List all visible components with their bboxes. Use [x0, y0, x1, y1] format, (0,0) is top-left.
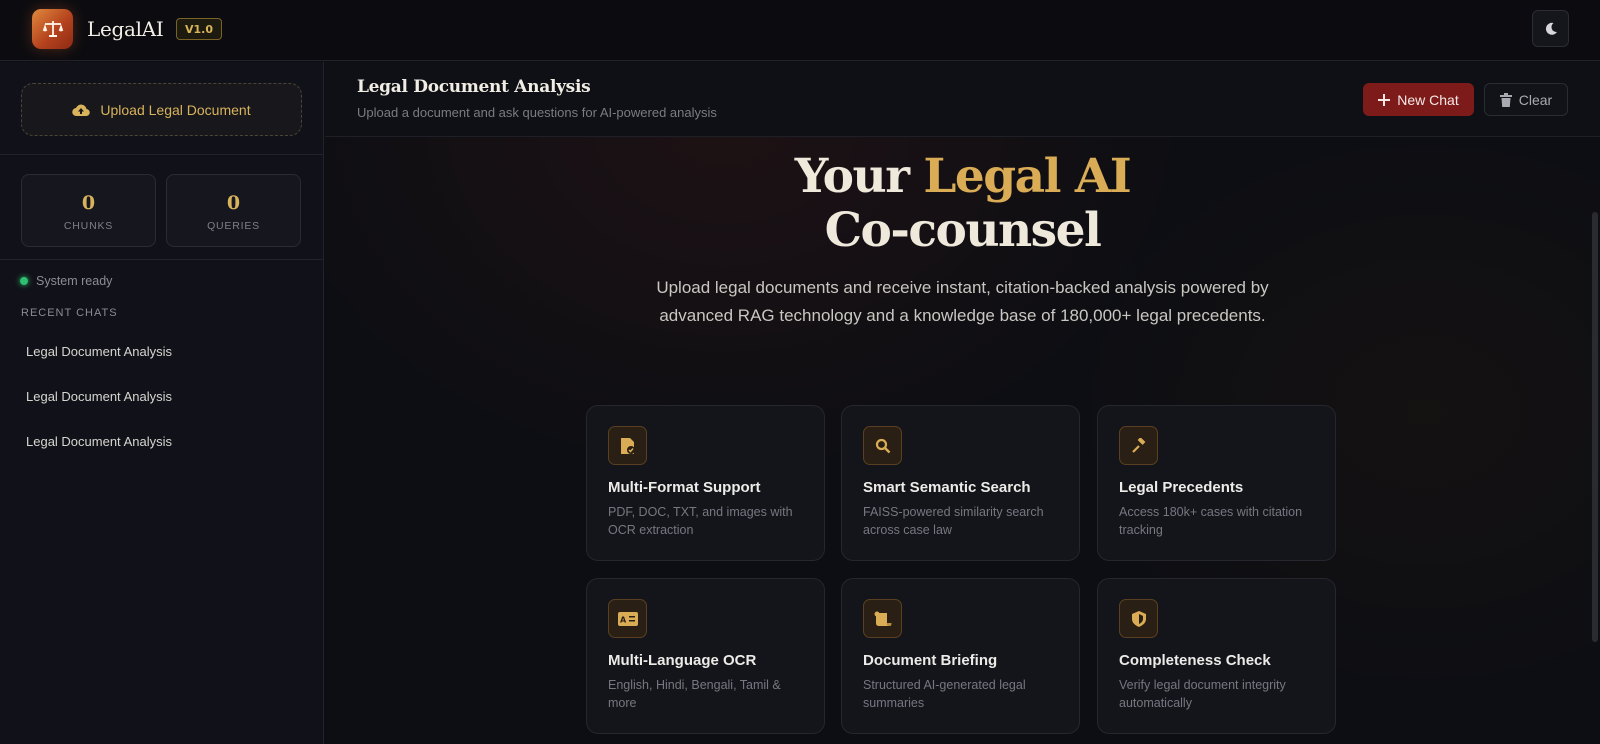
sidebar: Upload Legal Document 0 CHUNKS 0 QUERIES… [0, 62, 324, 744]
feature-card-semantic-search[interactable]: Smart Semantic Search FAISS-powered simi… [841, 405, 1080, 561]
hero-title-line2: Co-counsel [824, 203, 1102, 258]
moon-icon [1545, 22, 1557, 35]
scales-logo-icon[interactable] [32, 9, 73, 49]
scroll-icon [863, 599, 902, 638]
feature-description: Verify legal document integrity automati… [1119, 678, 1286, 710]
chunks-label: CHUNKS [63, 220, 114, 232]
file-check-icon [608, 426, 647, 465]
hero-description: Upload legal documents and receive insta… [656, 278, 1269, 325]
theme-toggle-button[interactable] [1532, 10, 1569, 47]
feature-card-document-briefing[interactable]: Document Briefing Structured AI-generate… [841, 578, 1080, 734]
recent-chats-heading: RECENT CHATS [21, 307, 118, 319]
trash-icon [1499, 92, 1512, 107]
status-text: System ready [36, 274, 113, 288]
svg-text:A: A [620, 615, 627, 624]
clear-button[interactable]: Clear [1484, 83, 1568, 116]
feature-card-multi-language-ocr[interactable]: A Multi-Language OCR English, Hindi, Ben… [586, 578, 825, 734]
chunks-count: 0 [81, 192, 96, 214]
recent-chat-item[interactable]: Legal Document Analysis [26, 344, 306, 368]
page-subtitle: Upload a document and ask questions for … [357, 105, 717, 120]
top-bar: LegalAI V1.0 [0, 0, 1600, 61]
main-panel: Legal Document Analysis Upload a documen… [325, 62, 1600, 744]
queries-count: 0 [226, 192, 241, 214]
feature-description: Access 180k+ cases with citation trackin… [1119, 505, 1303, 537]
cloud-upload-icon [72, 104, 91, 116]
feature-title: Smart Semantic Search [863, 479, 1031, 496]
clear-label: Clear [1518, 91, 1553, 108]
search-icon [863, 426, 902, 465]
upload-label: Upload Legal Document [100, 101, 251, 118]
divider [0, 259, 324, 260]
plus-icon [1378, 93, 1391, 106]
queries-label: QUERIES [207, 220, 260, 232]
feature-description: Structured AI-generated legal summaries [863, 678, 1026, 710]
feature-card-multi-format[interactable]: Multi-Format Support PDF, DOC, TXT, and … [586, 405, 825, 561]
feature-title: Multi-Language OCR [608, 652, 757, 669]
divider [0, 154, 324, 155]
feature-description: FAISS-powered similarity search across c… [863, 505, 1044, 537]
main-scrollbar[interactable] [1592, 212, 1598, 642]
feature-description: PDF, DOC, TXT, and images with OCR extra… [608, 505, 793, 537]
chunks-stat: 0 CHUNKS [21, 174, 156, 247]
hero-title-prefix: Your [794, 149, 924, 204]
new-chat-button[interactable]: New Chat [1363, 83, 1474, 116]
shield-icon [1119, 599, 1158, 638]
hero-title-highlight: Legal AI [923, 149, 1131, 204]
feature-title: Completeness Check [1119, 652, 1271, 669]
main-header: Legal Document Analysis Upload a documen… [325, 62, 1600, 137]
brand-name: LegalAI [87, 17, 164, 41]
version-badge: V1.0 [176, 18, 222, 40]
page-title: Legal Document Analysis [357, 77, 591, 97]
hero-title: Your Legal AI Co-counsel [325, 150, 1600, 258]
recent-chat-item[interactable]: Legal Document Analysis [26, 434, 306, 458]
language-icon: A [608, 599, 647, 638]
feature-title: Legal Precedents [1119, 479, 1244, 496]
queries-stat: 0 QUERIES [166, 174, 301, 247]
feature-title: Document Briefing [863, 652, 998, 669]
feature-card-legal-precedents[interactable]: Legal Precedents Access 180k+ cases with… [1097, 405, 1336, 561]
gavel-icon [1119, 426, 1158, 465]
feature-description: English, Hindi, Bengali, Tamil & more [608, 678, 781, 710]
feature-title: Multi-Format Support [608, 479, 761, 496]
status-dot-icon [20, 277, 28, 285]
upload-document-button[interactable]: Upload Legal Document [21, 83, 302, 136]
new-chat-label: New Chat [1397, 91, 1459, 108]
recent-chat-item[interactable]: Legal Document Analysis [26, 389, 306, 413]
system-status: System ready [20, 274, 112, 288]
feature-card-completeness-check[interactable]: Completeness Check Verify legal document… [1097, 578, 1336, 734]
